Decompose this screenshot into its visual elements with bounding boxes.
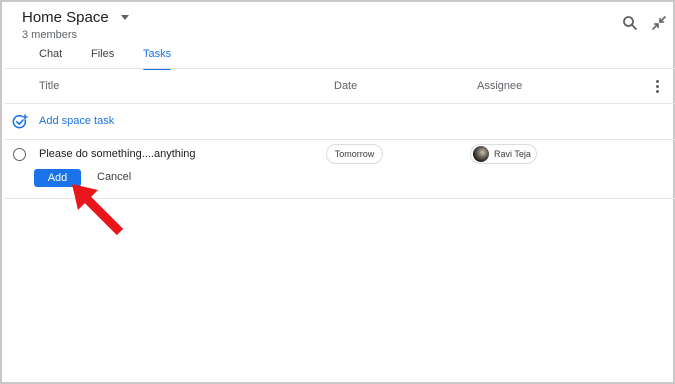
search-icon[interactable] — [621, 14, 639, 32]
task-date-label: Tomorrow — [334, 149, 375, 159]
tab-chat[interactable]: Chat — [39, 48, 62, 70]
tab-files[interactable]: Files — [91, 48, 114, 70]
chevron-down-icon[interactable] — [120, 15, 129, 20]
collapse-icon[interactable] — [650, 14, 668, 32]
column-header-assignee: Assignee — [477, 80, 523, 92]
column-header-title: Title — [39, 80, 60, 92]
task-title-input[interactable]: Please do something....anything — [39, 148, 196, 160]
tab-tasks[interactable]: Tasks — [143, 48, 172, 70]
space-title-label: Home Space — [22, 9, 109, 26]
members-count: 3 members — [22, 29, 78, 41]
space-title[interactable]: Home Space — [22, 9, 129, 26]
task-date-chip[interactable]: Tomorrow — [326, 144, 383, 164]
tabs-divider — [4, 68, 675, 69]
add-task-icon[interactable] — [12, 114, 28, 130]
more-vert-icon[interactable] — [654, 80, 660, 94]
avatar — [473, 146, 489, 162]
task-assignee-label: Ravi Teja — [494, 149, 531, 159]
add-space-task-link[interactable]: Add space task — [39, 115, 114, 127]
task-assignee-chip[interactable]: Ravi Teja — [470, 144, 537, 164]
task-complete-radio[interactable] — [13, 148, 26, 161]
add-task-divider — [4, 139, 675, 140]
annotation-arrow-icon — [72, 184, 124, 236]
header-divider — [4, 103, 675, 104]
tab-bar: Chat Files Tasks — [2, 48, 673, 70]
window-frame: Home Space 3 members Chat Files Tasks Ti… — [0, 0, 675, 384]
column-header-date: Date — [334, 80, 358, 92]
